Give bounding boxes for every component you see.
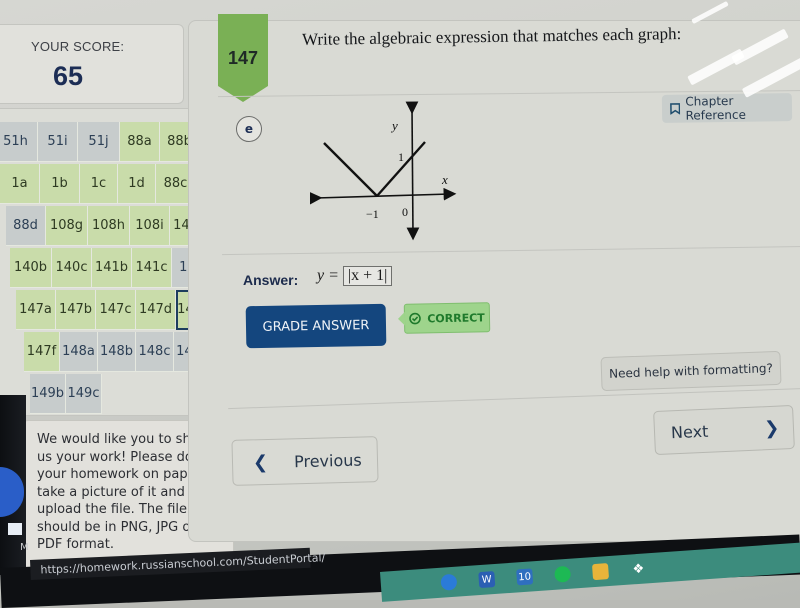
origin-label: 0: [402, 205, 408, 219]
answer-label: Answer:: [243, 272, 299, 288]
problem-tile-148c[interactable]: 148c: [136, 332, 174, 372]
x-axis: [310, 187, 457, 205]
problem-tile-1d[interactable]: 1d: [118, 164, 156, 204]
y-tick-label: 1: [398, 150, 404, 164]
problem-tile-147d[interactable]: 147d: [136, 290, 176, 330]
problem-tile-147f[interactable]: 147f: [24, 332, 60, 372]
problem-tile-149b[interactable]: 149b: [30, 374, 66, 414]
chapter-reference-button[interactable]: Chapter Reference: [661, 93, 793, 123]
correct-status-label: CORRECT: [427, 310, 485, 325]
problem-tile-51h[interactable]: 51h: [0, 122, 38, 162]
chevron-right-icon: ❯: [763, 417, 780, 439]
shortcut-icon: [8, 523, 22, 535]
desktop-edge: M: [0, 395, 29, 575]
problem-tile-1b[interactable]: 1b: [40, 164, 80, 204]
problem-tile-1a[interactable]: 1a: [0, 164, 40, 204]
problem-tile-108i[interactable]: 108i: [130, 206, 170, 246]
mail-icon[interactable]: 10: [516, 568, 534, 586]
problem-tile-149c[interactable]: 149c: [66, 374, 102, 414]
part-label: e: [236, 116, 262, 142]
answer-lhs: y =: [317, 267, 339, 284]
screen: YOUR SCORE: 65 51h 51i 51j 88a 88b 1a 1b 1c 1d 88…: [0, 0, 800, 608]
problem-tile-141c[interactable]: 141c: [132, 248, 172, 288]
problem-tile-147b[interactable]: 147b: [56, 290, 96, 330]
graph-left-branch: [323, 142, 378, 197]
y-axis: [405, 101, 420, 241]
formatting-help-button[interactable]: Need help with formatting?: [600, 350, 782, 392]
answer-input[interactable]: |x + 1|: [342, 266, 393, 286]
problem-tile-88a[interactable]: 88a: [120, 122, 160, 162]
problem-tile-108h[interactable]: 108h: [88, 206, 130, 246]
problem-tile-147a[interactable]: 147a: [16, 290, 56, 330]
problem-tile-140c[interactable]: 140c: [52, 248, 92, 288]
chevron-left-icon: ❮: [252, 451, 269, 473]
problem-tile-1c[interactable]: 1c: [80, 164, 118, 204]
next-button[interactable]: Next ❯: [653, 404, 795, 456]
problem-tile-141b[interactable]: 141b: [92, 248, 132, 288]
answer-expression: y = |x + 1|: [317, 266, 393, 286]
check-circle-icon: [409, 312, 422, 325]
problem-tile-88d[interactable]: 88d: [6, 206, 46, 246]
desktop-app-icon: [0, 467, 24, 517]
desktop-label: M: [20, 542, 29, 553]
x-axis-label: x: [441, 172, 448, 187]
correct-status-badge: CORRECT: [403, 302, 491, 334]
spotify-icon[interactable]: [554, 565, 572, 583]
dropbox-icon[interactable]: ❖: [630, 560, 647, 577]
problem-tile-51j[interactable]: 51j: [78, 122, 120, 162]
y-axis-label: y: [390, 118, 398, 133]
problem-number: 147: [228, 48, 259, 68]
grade-answer-button[interactable]: GRADE ANSWER: [245, 303, 387, 349]
word-icon[interactable]: W: [478, 571, 496, 589]
absolute-value-graph: y x 1 −1 0: [310, 101, 457, 241]
problem-tile-147c[interactable]: 147c: [96, 290, 136, 330]
problem-tile-148a[interactable]: 148a: [60, 332, 98, 372]
x-tick-label: −1: [366, 207, 379, 221]
previous-button[interactable]: ❮ Previous: [231, 436, 379, 486]
score-label: YOUR SCORE:: [31, 39, 125, 54]
bookmark-icon: [670, 103, 681, 115]
file-explorer-icon[interactable]: [591, 563, 610, 581]
next-label: Next: [670, 421, 709, 442]
problem-tile-148b[interactable]: 148b: [98, 332, 136, 372]
edge-icon[interactable]: [440, 573, 458, 591]
score-card: YOUR SCORE: 65: [0, 24, 184, 104]
problem-tile-140b[interactable]: 140b: [10, 248, 52, 288]
previous-label: Previous: [293, 450, 362, 471]
problem-tile-51i[interactable]: 51i: [38, 122, 78, 162]
chapter-reference-label: Chapter Reference: [685, 93, 747, 123]
problem-tile-108g[interactable]: 108g: [46, 206, 88, 246]
score-value: 65: [53, 61, 84, 91]
